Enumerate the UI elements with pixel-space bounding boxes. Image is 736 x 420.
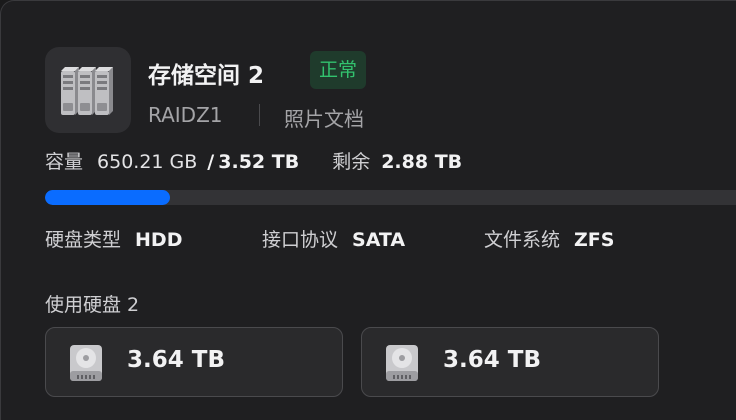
pool-name: 存储空间 2 bbox=[148, 63, 265, 89]
divider bbox=[259, 104, 260, 126]
capacity-used: 650.21 GB bbox=[97, 151, 198, 173]
interface-label: 接口协议 bbox=[262, 229, 339, 251]
status-badge: 正常 bbox=[310, 51, 367, 89]
spec-filesystem: 文件系统 ZFS bbox=[484, 225, 614, 252]
disk-size: 3.64 TB bbox=[127, 347, 225, 373]
capacity-separator: / bbox=[207, 151, 215, 173]
interface-value: SATA bbox=[352, 229, 406, 251]
capacity-progress-fill bbox=[45, 190, 170, 205]
server-rack-icon bbox=[45, 47, 131, 133]
filesystem-label: 文件系统 bbox=[484, 229, 561, 251]
disk-card[interactable]: 3.64 TB bbox=[361, 327, 659, 397]
capacity-total: 3.52 TB bbox=[218, 151, 300, 173]
hard-disk-icon bbox=[386, 345, 418, 381]
disk-type-value: HDD bbox=[135, 229, 183, 251]
disks-title: 使用硬盘 2 bbox=[45, 294, 140, 316]
disk-type-label: 硬盘类型 bbox=[45, 229, 122, 251]
capacity-progress-bar bbox=[45, 190, 736, 205]
spec-disk-type: 硬盘类型 HDD bbox=[45, 225, 182, 252]
remaining-value: 2.88 TB bbox=[381, 151, 463, 173]
capacity-row: 容量 650.21 GB / 3.52 TB 剩余 2.88 TB bbox=[45, 147, 462, 174]
disk-size: 3.64 TB bbox=[443, 347, 541, 373]
remaining-label: 剩余 bbox=[332, 151, 371, 173]
disk-card[interactable]: 3.64 TB bbox=[45, 327, 343, 397]
pool-type: 照片文档 bbox=[284, 107, 364, 131]
storage-pool-card[interactable]: 存储空间 2 正常 RAIDZ1 照片文档 容量 650.21 GB / 3.5… bbox=[0, 0, 736, 420]
spec-interface: 接口协议 SATA bbox=[262, 225, 405, 252]
capacity-label: 容量 bbox=[45, 151, 84, 173]
filesystem-value: ZFS bbox=[574, 229, 615, 251]
hard-disk-icon bbox=[70, 345, 102, 381]
raid-level: RAIDZ1 bbox=[148, 103, 223, 127]
